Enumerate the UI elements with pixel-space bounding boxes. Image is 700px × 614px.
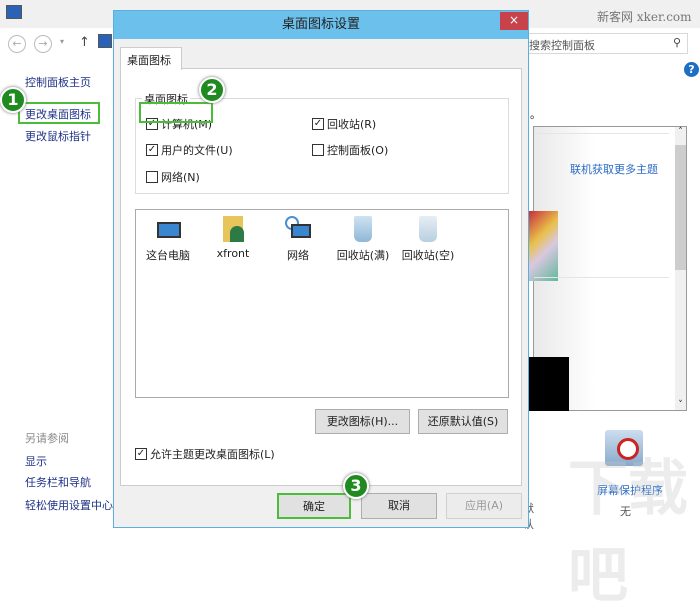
recycle-bin-empty-icon xyxy=(413,214,443,244)
icon-item-recycle-full[interactable]: 回收站(满) xyxy=(333,214,393,263)
black-theme-thumbnail[interactable] xyxy=(524,357,569,411)
icon-label: xfront xyxy=(216,247,250,260)
checkbox-label: 控制面板(O) xyxy=(327,144,389,157)
see-also-title: 另请参阅 xyxy=(25,432,69,445)
theme-list[interactable]: 联机获取更多主题 ˄ ˅ xyxy=(524,126,687,411)
search-icon: ⚲ xyxy=(672,36,681,49)
icon-label: 回收站(满) xyxy=(336,249,390,262)
checkbox-control-panel[interactable]: 控制面板(O) xyxy=(312,142,388,158)
search-input[interactable]: 搜索控制面板 ⚲ xyxy=(525,33,688,54)
checkbox-box[interactable]: ✓ xyxy=(312,118,324,130)
recycle-bin-full-icon xyxy=(348,214,378,244)
back-button[interactable]: ← xyxy=(8,35,26,53)
download-watermark-logo: 下载吧 xyxy=(568,454,688,611)
checkbox-user-files[interactable]: ✓ 用户的文件(U) xyxy=(146,142,233,158)
computer-icon xyxy=(153,214,183,244)
sidebar-item-home[interactable]: 控制面板主页 xyxy=(25,74,91,90)
step-badge-1: 1 xyxy=(0,87,26,113)
dialog-title: 桌面图标设置 xyxy=(114,11,528,39)
desktop-icon-settings-dialog: 桌面图标设置 × 桌面图标 桌面图标 ✓ 计算机(M) ✓ 回收站(R) ✓ 用户的文… xyxy=(113,10,529,528)
highlight-computer-checkbox xyxy=(139,102,213,123)
user-folder-icon xyxy=(218,214,248,244)
change-icon-button[interactable]: 更改图标(H)... xyxy=(315,409,410,434)
checkbox-label: 网络(N) xyxy=(161,171,200,184)
checkbox-label: 用户的文件(U) xyxy=(161,144,233,157)
restore-default-button[interactable]: 还原默认值(S) xyxy=(418,409,508,434)
apply-button[interactable]: 应用(A) xyxy=(446,493,522,519)
tab-panel: 桌面图标 ✓ 计算机(M) ✓ 回收站(R) ✓ 用户的文件(U) 控制面板(O) 网… xyxy=(120,68,522,486)
step-badge-3: 3 xyxy=(343,473,369,499)
icon-item-network[interactable]: 网络 xyxy=(268,214,328,263)
tab-desktop-icons[interactable]: 桌面图标 xyxy=(120,47,182,70)
checkbox-box[interactable]: ✓ xyxy=(135,448,147,460)
highlight-sidebar xyxy=(18,102,100,124)
sidebar-item-mouse-pointer[interactable]: 更改鼠标指针 xyxy=(25,128,91,144)
search-placeholder: 搜索控制面板 xyxy=(529,39,595,52)
checkbox-network[interactable]: 网络(N) xyxy=(146,169,200,185)
scrollbar[interactable]: ˄ ˅ xyxy=(675,127,686,410)
get-more-themes-link[interactable]: 联机获取更多主题 xyxy=(570,161,658,177)
close-button[interactable]: × xyxy=(500,12,528,30)
icon-label: 回收站(空) xyxy=(401,249,455,262)
watermark: 新客网 xker.com xyxy=(597,10,692,24)
forward-button[interactable]: → xyxy=(34,35,52,53)
see-also-display[interactable]: 显示 xyxy=(25,453,47,469)
icon-item-user[interactable]: xfront xyxy=(203,214,263,263)
help-icon[interactable]: ? xyxy=(684,62,699,77)
see-also-ease-of-access[interactable]: 轻松使用设置中心 xyxy=(25,497,113,513)
icon-label: 这台电脑 xyxy=(146,249,190,262)
icon-label: 网络 xyxy=(287,249,309,262)
address-control-panel-icon xyxy=(98,34,112,48)
control-panel-icon xyxy=(6,5,22,19)
checkbox-label: 允许主题更改桌面图标(L) xyxy=(150,448,275,461)
see-also-taskbar[interactable]: 任务栏和导航 xyxy=(25,474,91,490)
up-arrow-icon[interactable]: ↑ xyxy=(79,35,90,50)
network-icon xyxy=(283,214,313,244)
icon-item-recycle-empty[interactable]: 回收站(空) xyxy=(398,214,458,263)
checkbox-box[interactable] xyxy=(312,144,324,156)
checkbox-recycle-bin[interactable]: ✓ 回收站(R) xyxy=(312,116,376,132)
recent-dropdown-icon[interactable]: ▾ xyxy=(60,37,64,46)
checkbox-box[interactable]: ✓ xyxy=(146,144,158,156)
icon-list[interactable]: 这台电脑 xfront 网络 回收站(满) 回收站(空) xyxy=(135,209,509,398)
icon-item-this-pc[interactable]: 这台电脑 xyxy=(138,214,198,263)
step-badge-2: 2 xyxy=(199,77,225,103)
theme-thumbnail[interactable] xyxy=(524,211,558,281)
partial-text: 。 xyxy=(530,108,541,121)
cancel-button[interactable]: 取消 xyxy=(361,493,437,519)
ok-button[interactable]: 确定 xyxy=(277,493,351,519)
checkbox-allow-themes[interactable]: ✓ 允许主题更改桌面图标(L) xyxy=(135,446,275,462)
checkbox-box[interactable] xyxy=(146,171,158,183)
checkbox-label: 回收站(R) xyxy=(327,118,377,131)
